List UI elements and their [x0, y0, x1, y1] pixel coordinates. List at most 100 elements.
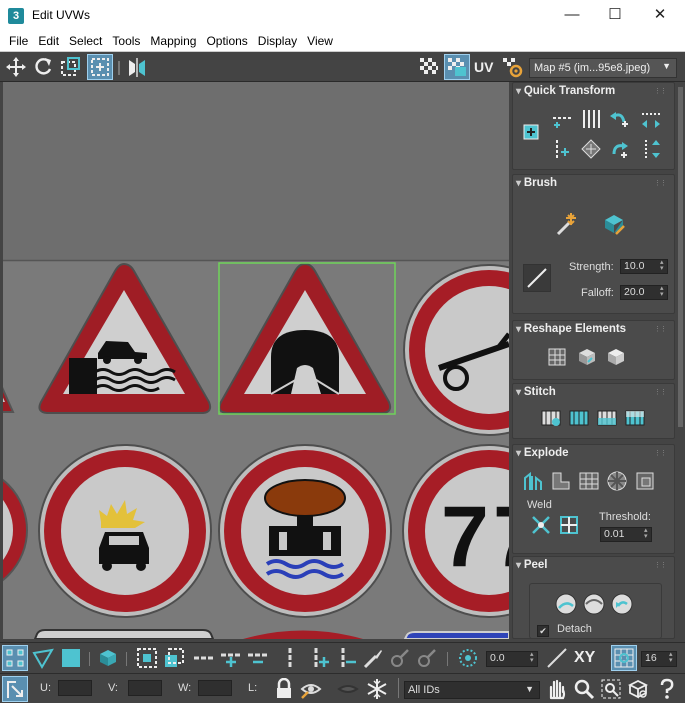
loop-icon[interactable] — [278, 646, 302, 670]
map-settings-icon[interactable] — [500, 55, 524, 79]
line-tool-icon[interactable] — [545, 646, 569, 670]
stitch-header[interactable]: Stitch — [516, 386, 556, 398]
maximize-button[interactable]: ☐ — [600, 4, 630, 26]
panel-scrollbar[interactable] — [677, 82, 685, 639]
stitch-average-icon[interactable] — [595, 406, 619, 430]
polygon-mode-icon[interactable] — [59, 646, 83, 670]
break-icon[interactable] — [521, 469, 545, 493]
paint-select-icon[interactable] — [361, 646, 385, 670]
paint-select-grow-icon[interactable] — [388, 646, 412, 670]
rotate-ccw-icon[interactable] — [607, 107, 631, 131]
element-mode-icon[interactable] — [96, 646, 120, 670]
offset-spinner[interactable]: 0.0 — [486, 651, 538, 667]
unhide-icon[interactable] — [336, 677, 360, 701]
status-toolbar: U: V: W: L: All IDs ▼ — [0, 673, 685, 703]
scrollbar-thumb[interactable] — [678, 87, 683, 427]
menu-tools[interactable]: Tools — [107, 34, 145, 48]
rotate-cw-icon[interactable] — [607, 137, 631, 161]
close-button[interactable]: ✕ — [645, 4, 675, 26]
reshape-elements-header[interactable]: Reshape Elements — [516, 323, 626, 335]
align-horizontal-icon[interactable] — [550, 107, 574, 131]
u-field[interactable] — [58, 680, 92, 696]
absolute-offset-icon[interactable] — [2, 676, 28, 702]
space-horizontal-icon[interactable] — [579, 107, 603, 131]
peel-header[interactable]: Peel — [516, 559, 548, 571]
id-filter-select[interactable]: All IDs ▼ — [404, 681, 540, 699]
menu-display[interactable]: Display — [253, 34, 302, 48]
paint-select-shrink-icon[interactable] — [415, 646, 439, 670]
paint-move-icon[interactable] — [553, 211, 579, 237]
grow-selection-icon[interactable] — [135, 646, 159, 670]
menu-select[interactable]: Select — [64, 34, 107, 48]
show-map-icon[interactable] — [444, 54, 470, 80]
strength-spinner[interactable]: 10.0 — [620, 259, 668, 274]
menu-file[interactable]: File — [4, 34, 33, 48]
shrink-loop-icon[interactable] — [334, 646, 358, 670]
brush-header[interactable]: Brush — [516, 177, 557, 189]
flip-vertical-icon[interactable] — [639, 137, 663, 161]
grid-snap-icon[interactable] — [611, 645, 637, 671]
grow-loop-icon[interactable] — [307, 646, 331, 670]
shrink-ring-icon[interactable] — [246, 646, 270, 670]
ring-icon[interactable] — [192, 646, 216, 670]
weld-target-icon[interactable] — [557, 513, 581, 537]
w-field[interactable] — [198, 680, 232, 696]
minimize-button[interactable]: — — [557, 4, 587, 26]
stitch-custom-icon[interactable] — [539, 406, 563, 430]
grip-icon: ⋮⋮ — [654, 562, 667, 569]
hide-icon[interactable] — [299, 677, 323, 701]
falloff-spinner[interactable]: 20.0 — [620, 285, 668, 300]
checker-pattern-icon[interactable] — [417, 55, 441, 79]
relax-brush-icon[interactable] — [601, 211, 627, 237]
xy-label[interactable]: XY — [574, 649, 595, 667]
explode-checker-icon[interactable] — [605, 469, 629, 493]
edge-mode-icon[interactable] — [31, 646, 55, 670]
explode-header[interactable]: Explode — [516, 447, 569, 459]
shrink-selection-icon[interactable] — [162, 646, 186, 670]
scale-icon[interactable] — [58, 55, 82, 79]
quick-transform-header[interactable]: Quick Transform — [516, 85, 615, 97]
rotate-icon[interactable] — [31, 55, 55, 79]
uv-viewport[interactable]: 7 7 — [3, 82, 509, 639]
menu-options[interactable]: Options — [201, 34, 252, 48]
vertex-mode-icon[interactable] — [2, 645, 28, 671]
move-icon[interactable] — [4, 55, 28, 79]
zoom-extents-icon[interactable] — [626, 677, 650, 701]
stitch-to-source-icon[interactable] — [567, 406, 591, 430]
explode-grid-icon[interactable] — [577, 469, 601, 493]
brush-falloff-icon[interactable] — [523, 264, 551, 292]
map-select[interactable]: Map #5 (im...95e8.jpeg) ▼ — [529, 58, 677, 78]
set-pivot-icon[interactable] — [519, 120, 543, 144]
freeze-icon[interactable] — [365, 677, 389, 701]
menu-mapping[interactable]: Mapping — [145, 34, 201, 48]
peel-mode-icon[interactable] — [581, 591, 607, 617]
soft-selection-icon[interactable] — [456, 646, 480, 670]
v-field[interactable] — [128, 680, 162, 696]
weld-selected-icon[interactable] — [529, 513, 553, 537]
lock-icon[interactable] — [272, 677, 296, 701]
align-vertical-icon[interactable] — [550, 137, 574, 161]
zoom-region-icon[interactable] — [599, 677, 623, 701]
pan-icon[interactable] — [544, 677, 568, 701]
straighten-icon[interactable] — [545, 345, 569, 369]
threshold-spinner[interactable]: 0.01 — [600, 527, 652, 542]
freeform-icon[interactable] — [87, 54, 113, 80]
stitch-to-target-icon[interactable] — [623, 406, 647, 430]
space-vertical-icon[interactable] — [579, 137, 603, 161]
menu-edit[interactable]: Edit — [33, 34, 64, 48]
relax-shape-icon[interactable] — [604, 345, 628, 369]
menu-view[interactable]: View — [302, 34, 338, 48]
mirror-icon[interactable] — [125, 55, 149, 79]
reset-peel-icon[interactable] — [609, 591, 635, 617]
flip-horizontal-icon[interactable] — [639, 107, 663, 131]
grow-ring-icon[interactable] — [219, 646, 243, 670]
help-icon[interactable] — [655, 677, 679, 701]
detach-edge-icon[interactable] — [549, 469, 573, 493]
flatten-icon[interactable] — [633, 469, 657, 493]
detach-checkbox[interactable]: ✔ — [537, 625, 549, 637]
zoom-icon[interactable] — [572, 677, 596, 701]
quick-peel-icon[interactable] — [553, 591, 579, 617]
relax-icon[interactable] — [575, 345, 599, 369]
grid-spinner[interactable]: 16 — [641, 651, 677, 667]
uv-label[interactable]: UV — [474, 59, 493, 75]
